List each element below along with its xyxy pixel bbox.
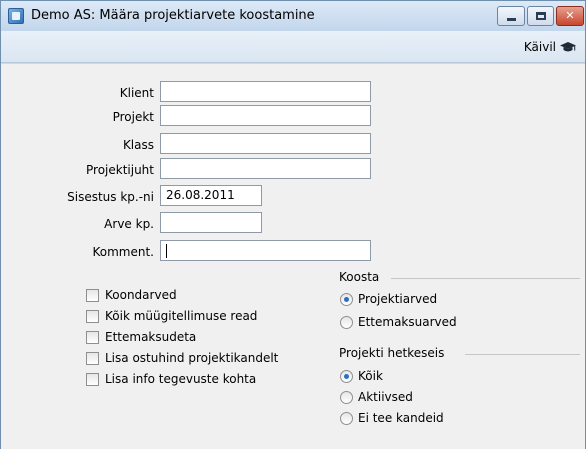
radio-koik[interactable]: Kõik <box>340 367 383 385</box>
checkbox-lisa-ostuhind[interactable]: Lisa ostuhind projektikandelt <box>86 349 278 367</box>
checkbox-koondarved[interactable]: Koondarved <box>86 286 177 304</box>
klass-input[interactable] <box>160 133 371 154</box>
dialog-window: Demo AS: Määra projektiarvete koostamine… <box>0 0 586 449</box>
radio-label: Kõik <box>358 369 383 383</box>
checkbox-label: Lisa info tegevuste kohta <box>105 372 257 386</box>
app-icon <box>8 8 24 24</box>
radio-ettemaksuarved[interactable]: Ettemaksuarved <box>340 313 457 331</box>
group-divider <box>391 278 580 279</box>
radio-label: Ettemaksuarved <box>358 315 457 329</box>
radio-projektiarved[interactable]: Projektiarved <box>340 290 437 308</box>
label-projekt: Projekt <box>112 110 154 124</box>
label-klass: Klass <box>122 138 154 152</box>
window-title: Demo AS: Määra projektiarvete koostamine <box>31 8 315 23</box>
group-divider <box>465 354 580 355</box>
arve-kp-input[interactable] <box>160 212 262 233</box>
radio-aktiivsed[interactable]: Aktiivsed <box>340 388 413 406</box>
radio-button[interactable] <box>340 411 353 425</box>
close-icon: ✕ <box>565 9 575 22</box>
seis-group-title: Projekti hetkeseis <box>339 346 445 360</box>
text-caret <box>166 243 167 258</box>
label-projektijuht: Projektijuht <box>86 163 154 177</box>
checkbox-lisa-info-tegevuste[interactable]: Lisa info tegevuste kohta <box>86 370 256 388</box>
label-arve-kp: Arve kp. <box>104 217 154 231</box>
run-label: Käivil <box>523 40 556 54</box>
label-klient: Klient <box>119 86 154 100</box>
radio-ei-tee-kandeid[interactable]: Ei tee kandeid <box>340 409 444 427</box>
minimize-icon <box>507 18 516 21</box>
toolbar: Käivil <box>1 31 585 63</box>
title-bar[interactable]: Demo AS: Määra projektiarvete koostamine… <box>1 1 585 31</box>
checkbox-label: Ettemaksudeta <box>105 330 197 344</box>
checkbox-ettemaksudeta[interactable]: Ettemaksudeta <box>86 328 196 346</box>
graduation-cap-icon <box>560 41 576 53</box>
checkbox-box[interactable] <box>86 330 99 344</box>
radio-button[interactable] <box>340 292 353 306</box>
checkbox-label: Lisa ostuhind projektikandelt <box>105 351 279 365</box>
label-komment: Komment. <box>92 245 155 259</box>
sisestus-kp-input[interactable]: 26.08.2011 <box>160 185 262 206</box>
projekt-input[interactable] <box>160 105 371 126</box>
radio-button[interactable] <box>340 369 353 383</box>
checkbox-koik-myygitellimuse-read[interactable]: Kõik müügitellimuse read <box>86 307 257 325</box>
run-button[interactable]: Käivil <box>524 40 576 54</box>
projektijuht-input[interactable] <box>160 158 371 179</box>
klient-input[interactable] <box>160 81 371 102</box>
checkbox-label: Kõik müügitellimuse read <box>105 309 258 323</box>
radio-label: Aktiivsed <box>358 390 413 404</box>
radio-button[interactable] <box>340 390 353 404</box>
radio-label: Ei tee kandeid <box>358 411 444 425</box>
komment-input[interactable] <box>160 240 371 261</box>
checkbox-box[interactable] <box>86 351 99 365</box>
checkbox-box[interactable] <box>86 288 99 302</box>
form-area: Klient Projekt Klass Projektijuht Sisest… <box>1 64 585 449</box>
checkbox-box[interactable] <box>86 309 99 323</box>
radio-button[interactable] <box>340 315 353 329</box>
checkbox-box[interactable] <box>86 372 99 386</box>
maximize-button[interactable] <box>527 6 554 26</box>
maximize-icon <box>536 12 546 20</box>
koosta-group-title: Koosta <box>339 270 380 284</box>
checkbox-label: Koondarved <box>105 288 177 302</box>
label-sisestus-kp: Sisestus kp.-ni <box>67 190 154 204</box>
close-button[interactable]: ✕ <box>556 6 584 26</box>
radio-label: Projektiarved <box>358 292 438 306</box>
minimize-button[interactable] <box>497 6 525 26</box>
